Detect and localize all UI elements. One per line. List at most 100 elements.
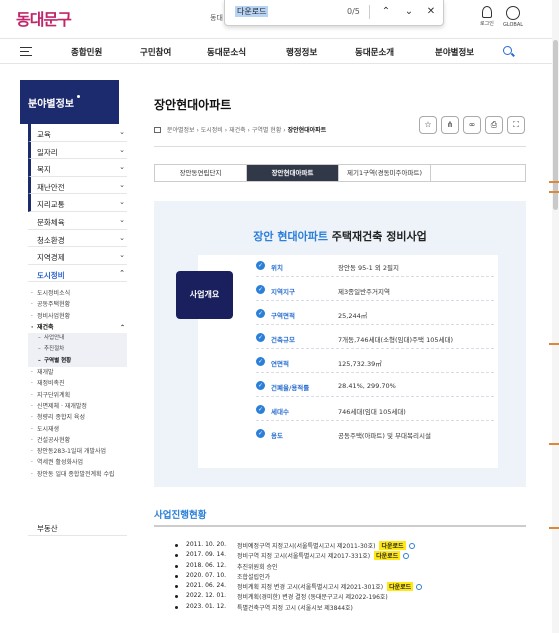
- link-icon[interactable]: ∞: [463, 116, 481, 134]
- nested-item-active[interactable]: 구역별 현황: [28, 356, 127, 367]
- login-button[interactable]: 로그인: [480, 6, 494, 27]
- sidebar-item-welfare[interactable]: 복지 ⌄: [28, 159, 127, 177]
- sidebar-item-jobs[interactable]: 일자리 ⌄: [28, 141, 127, 160]
- global-button[interactable]: GLOBAL: [503, 6, 523, 28]
- info-label: 용도: [271, 432, 283, 440]
- check-icon: ✓: [256, 285, 265, 294]
- expand-icon[interactable]: ⛶: [507, 116, 525, 134]
- timeline-desc: 추진위원회 승인: [237, 562, 278, 571]
- nav-item-about[interactable]: 동대문소개: [355, 46, 394, 58]
- sidebar-item-urban[interactable]: 도시정비 ⌃: [28, 265, 127, 283]
- submenu-item[interactable]: 정비사업현황: [28, 311, 127, 322]
- tab-jangan-yeonrip[interactable]: 장안동연립단지: [155, 165, 247, 181]
- download-icon[interactable]: [416, 584, 423, 591]
- bullet-icon: [175, 605, 178, 609]
- overview-badge: 사업개요: [176, 271, 233, 319]
- download-icon[interactable]: [408, 543, 415, 549]
- sidebar-item-education[interactable]: 교육 ⌄: [28, 124, 127, 142]
- find-close-button[interactable]: ✕: [424, 5, 438, 19]
- info-value: 28.41%, 299.70%: [338, 382, 396, 390]
- submenu-item[interactable]: 공동주택현황: [28, 299, 127, 310]
- scroll-match-mark: [549, 191, 559, 193]
- sidebar-item-culture[interactable]: 문화체육 ⌄: [28, 212, 127, 230]
- breadcrumb-item[interactable]: 구역별 현황: [252, 127, 282, 134]
- chevron-down-icon: ⌄: [119, 180, 125, 189]
- site-logo[interactable]: 동대문구: [16, 6, 72, 30]
- submenu-item[interactable]: 지구단위계획: [28, 390, 127, 401]
- sidebar-item-economy[interactable]: 지역경제 ⌄: [28, 247, 127, 265]
- info-row: ✓ 지역지구 제3종일반주거지역: [256, 279, 494, 301]
- dot-icon: [77, 95, 80, 98]
- submenu-item[interactable]: 장안동 일대 종합발전계획 수립: [28, 469, 127, 480]
- submenu-item[interactable]: 재정비촉진: [28, 378, 127, 389]
- download-button[interactable]: 다운로드: [379, 541, 406, 550]
- sidebar-item-realestate[interactable]: 부동산: [28, 520, 127, 536]
- bullet-icon: [175, 585, 178, 589]
- share-icon[interactable]: ⋔: [441, 116, 459, 134]
- sidebar-item-label: 일자리: [37, 147, 58, 157]
- main-nav: 종합민원 구민참여 동대문소식 행정정보 동대문소개 분야별정보: [0, 38, 559, 64]
- sidebar-item-safety[interactable]: 재난안전 ⌄: [28, 176, 127, 195]
- submenu-item[interactable]: 역세권 활성화사업: [28, 457, 127, 468]
- timeline-desc-text: 정비계획 지정 변경 고시(서울특별시고시 제2021-301호): [237, 584, 384, 592]
- sidebar-item-traffic[interactable]: 지리교통 ⌄: [28, 194, 127, 212]
- submenu-item[interactable]: 도시재생: [28, 424, 127, 435]
- info-value: 746세대(임대 105세대): [338, 408, 406, 416]
- bullet-icon: [175, 554, 178, 558]
- submenu-item-active[interactable]: 재건축 ⌃: [28, 322, 127, 333]
- timeline-desc-text: 정비계획(경미한) 변경 결정 (동대문구고시 제2022-196호): [237, 594, 388, 602]
- download-button[interactable]: 다운로드: [387, 582, 414, 592]
- nav-item-news[interactable]: 동대문소식: [207, 46, 246, 58]
- submenu-item[interactable]: 건설공사현황: [28, 435, 127, 446]
- nav-item-fields[interactable]: 분야별정보: [435, 46, 474, 58]
- breadcrumb-item[interactable]: 재건축: [229, 127, 246, 134]
- home-icon[interactable]: [154, 127, 161, 133]
- download-icon[interactable]: [403, 553, 410, 560]
- bullet-icon: [175, 574, 178, 578]
- sidebar-item-environment[interactable]: 청소환경 ⌄: [28, 230, 127, 248]
- nav-item-civil[interactable]: 종합민원: [71, 46, 102, 58]
- tab-jangan-hyundai[interactable]: 장안현대아파트: [247, 165, 339, 181]
- search-icon[interactable]: [503, 46, 512, 55]
- find-prev-button[interactable]: ⌃: [379, 5, 393, 19]
- submenu-item[interactable]: 도시정비소식: [28, 288, 127, 299]
- nested-item[interactable]: 추진절차: [28, 344, 127, 355]
- download-button[interactable]: 다운로드: [374, 551, 401, 561]
- submenu-item[interactable]: 장안동283-1일대 개발사업: [28, 446, 127, 457]
- info-value: 7개동,746세대(소형(임대)주택 105세대): [338, 336, 453, 344]
- project-title-highlight: 장안 현대아파트: [253, 230, 328, 243]
- title-divider: [154, 146, 526, 147]
- info-label: 건축규모: [271, 336, 295, 344]
- project-overview-card: 장안 현대아파트 주택재건축 정비사업 사업개요 ✓ 위치 장안동 95-1 외 2…: [154, 201, 526, 487]
- bullet-icon: [175, 564, 178, 568]
- info-row: ✓ 연면적 125,732.39㎡: [256, 351, 494, 373]
- submenu-item[interactable]: 재개발: [28, 367, 127, 378]
- submenu-item[interactable]: 신면제체 · 재개발정: [28, 401, 127, 412]
- print-icon[interactable]: ⎙: [485, 116, 503, 134]
- info-label: 구역면적: [271, 312, 295, 320]
- breadcrumb-item[interactable]: 도시정비: [201, 127, 223, 134]
- info-label: 연면적: [271, 360, 289, 368]
- tab-bar: 장안동연립단지 장안현대아파트 제기1구역(경동미주아파트): [154, 164, 526, 182]
- sidebar-submenu: 도시정비소식 공동주택현황 정비사업현황 재건축 ⌃ 사업안내 추진절차 구역별 …: [28, 288, 127, 480]
- tab-jegi1[interactable]: 제기1구역(경동미주아파트): [339, 165, 431, 181]
- top-link-fragment[interactable]: 동대: [210, 13, 223, 23]
- find-input[interactable]: 다운로드: [235, 6, 269, 17]
- find-separator: [369, 5, 370, 19]
- star-icon[interactable]: ☆: [419, 116, 437, 134]
- breadcrumb-item[interactable]: 분야별정보: [167, 127, 195, 134]
- find-next-button[interactable]: ⌄: [402, 5, 416, 19]
- project-title-rest: 주택재건축 정비사업: [327, 230, 427, 243]
- nav-item-admin[interactable]: 행정정보: [286, 46, 317, 58]
- breadcrumb-current: 장안현대아파트: [287, 127, 327, 134]
- sidebar-item-label: 지리교통: [37, 200, 65, 210]
- sidebar-item-label: 지역경제: [37, 253, 65, 263]
- timeline-desc: 정비구역 지정 고시(서울특별시고시 제2017-331호) 다운로드: [237, 551, 410, 561]
- submenu-nested: 사업안내 추진절차 구역별 현황: [28, 333, 127, 368]
- menu-icon[interactable]: [20, 47, 32, 56]
- submenu-item[interactable]: 청량리 종합지 육성: [28, 412, 127, 423]
- chevron-up-icon: ⌃: [119, 323, 125, 331]
- nav-item-participation[interactable]: 구민참여: [140, 46, 171, 58]
- scrollbar-thumb[interactable]: [553, 40, 558, 210]
- nested-item[interactable]: 사업안내: [28, 333, 127, 344]
